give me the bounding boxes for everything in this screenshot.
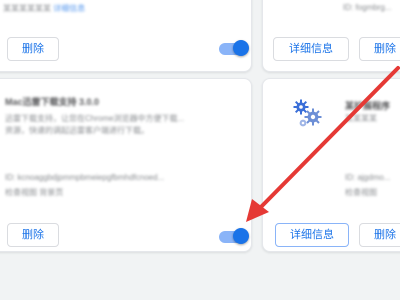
details-link: 详细信息	[53, 4, 86, 13]
extension-description-line1: 迅雷下载支持，让您在Chrome浏览器中方便下载...	[5, 114, 185, 123]
extension-description: 某某某某	[345, 114, 377, 123]
remove-button[interactable]: 删除	[7, 223, 59, 247]
extension-description-line2: 资源，快速的调起迅雷客户端进行下载。	[5, 126, 149, 135]
toggle-knob	[233, 228, 249, 244]
remove-button[interactable]: 删除	[7, 37, 59, 61]
extension-description: 某某某某某某 详细信息	[3, 4, 86, 13]
extension-id: ID: ajgdmo...	[345, 173, 391, 182]
extension-title: 某扩展程序	[345, 101, 391, 111]
inspect-views: 检查视图	[345, 188, 377, 197]
inspect-views: 检查视图 背景页	[5, 188, 64, 197]
remove-button[interactable]: 删除	[359, 37, 400, 61]
extensions-page: 某某某某某某 详细信息 删除 ID: fogmbrg... 详细信息 删除 Ma…	[0, 0, 400, 300]
remove-button[interactable]: 删除	[359, 223, 400, 247]
extension-card-xunlei: Mac迅雷下载支持 3.0.0 迅雷下载支持，让您在Chrome浏览器中方便下载…	[0, 78, 252, 252]
extension-id: ID: kcnoaggbdjpmmpbmeiepgfbmhdfcnoed...	[5, 173, 165, 182]
gears-icon	[291, 97, 325, 131]
extension-card: 某某某某某某 详细信息 删除	[0, 0, 252, 72]
details-button[interactable]: 详细信息	[273, 37, 349, 61]
extension-card: 某扩展程序 某某某某 ID: ajgdmo... 检查视图 详细信息 删除	[262, 78, 400, 252]
extension-id: ID: fogmbrg...	[343, 3, 392, 12]
details-button[interactable]: 详细信息	[275, 223, 349, 247]
extension-card: ID: fogmbrg... 详细信息 删除	[262, 0, 400, 72]
toggle-knob	[233, 40, 249, 56]
enable-toggle[interactable]	[219, 228, 249, 244]
enable-toggle[interactable]	[219, 40, 249, 56]
extension-title: Mac迅雷下载支持 3.0.0	[5, 97, 100, 107]
